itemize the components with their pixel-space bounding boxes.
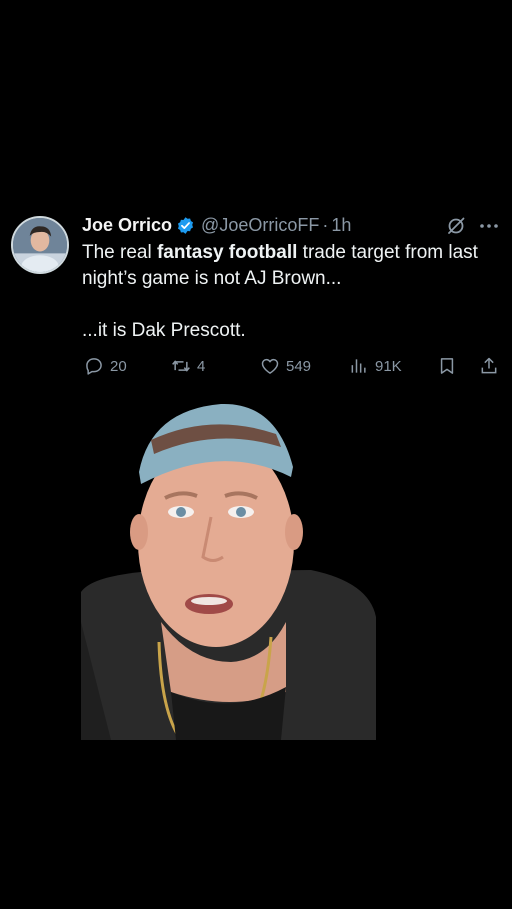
tweet-text-paragraph-2: ...it is Dak Prescott. [82,320,246,341]
action-bar: 20 4 549 91K [0,355,512,377]
repost-count: 4 [197,357,206,375]
video-frame-image [81,403,376,740]
separator-dot: · [322,214,329,235]
tweet-text-bold: fantasy football [156,242,298,263]
views-icon [349,356,369,376]
verified-badge-icon [176,216,195,235]
tweet-card[interactable]: Joe Orrico @JoeOrricoFF · 1h The real fa… [0,200,512,390]
video-player[interactable] [81,392,376,740]
views-button[interactable]: 91K [349,355,402,377]
heart-icon [260,356,280,376]
reply-button[interactable]: 20 [84,355,127,377]
tweet-text: The real fantasy football trade target f… [82,240,502,344]
avatar[interactable] [11,216,69,274]
repost-icon [171,356,191,376]
timestamp[interactable]: 1h [331,215,351,236]
share-button[interactable] [479,355,499,377]
repost-button[interactable]: 4 [171,355,205,377]
bookmark-button[interactable] [437,355,457,377]
share-icon [479,356,499,376]
like-count: 549 [286,357,312,375]
bookmark-icon [437,356,457,376]
like-button[interactable]: 549 [260,355,311,377]
views-count: 91K [375,357,402,375]
reply-icon [84,356,104,376]
tweet-header: Joe Orrico @JoeOrricoFF · 1h [82,214,351,236]
user-handle[interactable]: @JoeOrricoFF [201,215,319,236]
tweet-text-paragraph-1: The real fantasy football trade target f… [82,240,502,292]
display-name[interactable]: Joe Orrico [82,215,172,236]
avatar-image [13,218,67,272]
grok-icon[interactable] [446,216,466,236]
more-dots-icon[interactable] [478,216,500,236]
tweet-text-prefix: The real [82,242,157,263]
reply-count: 20 [110,357,127,375]
